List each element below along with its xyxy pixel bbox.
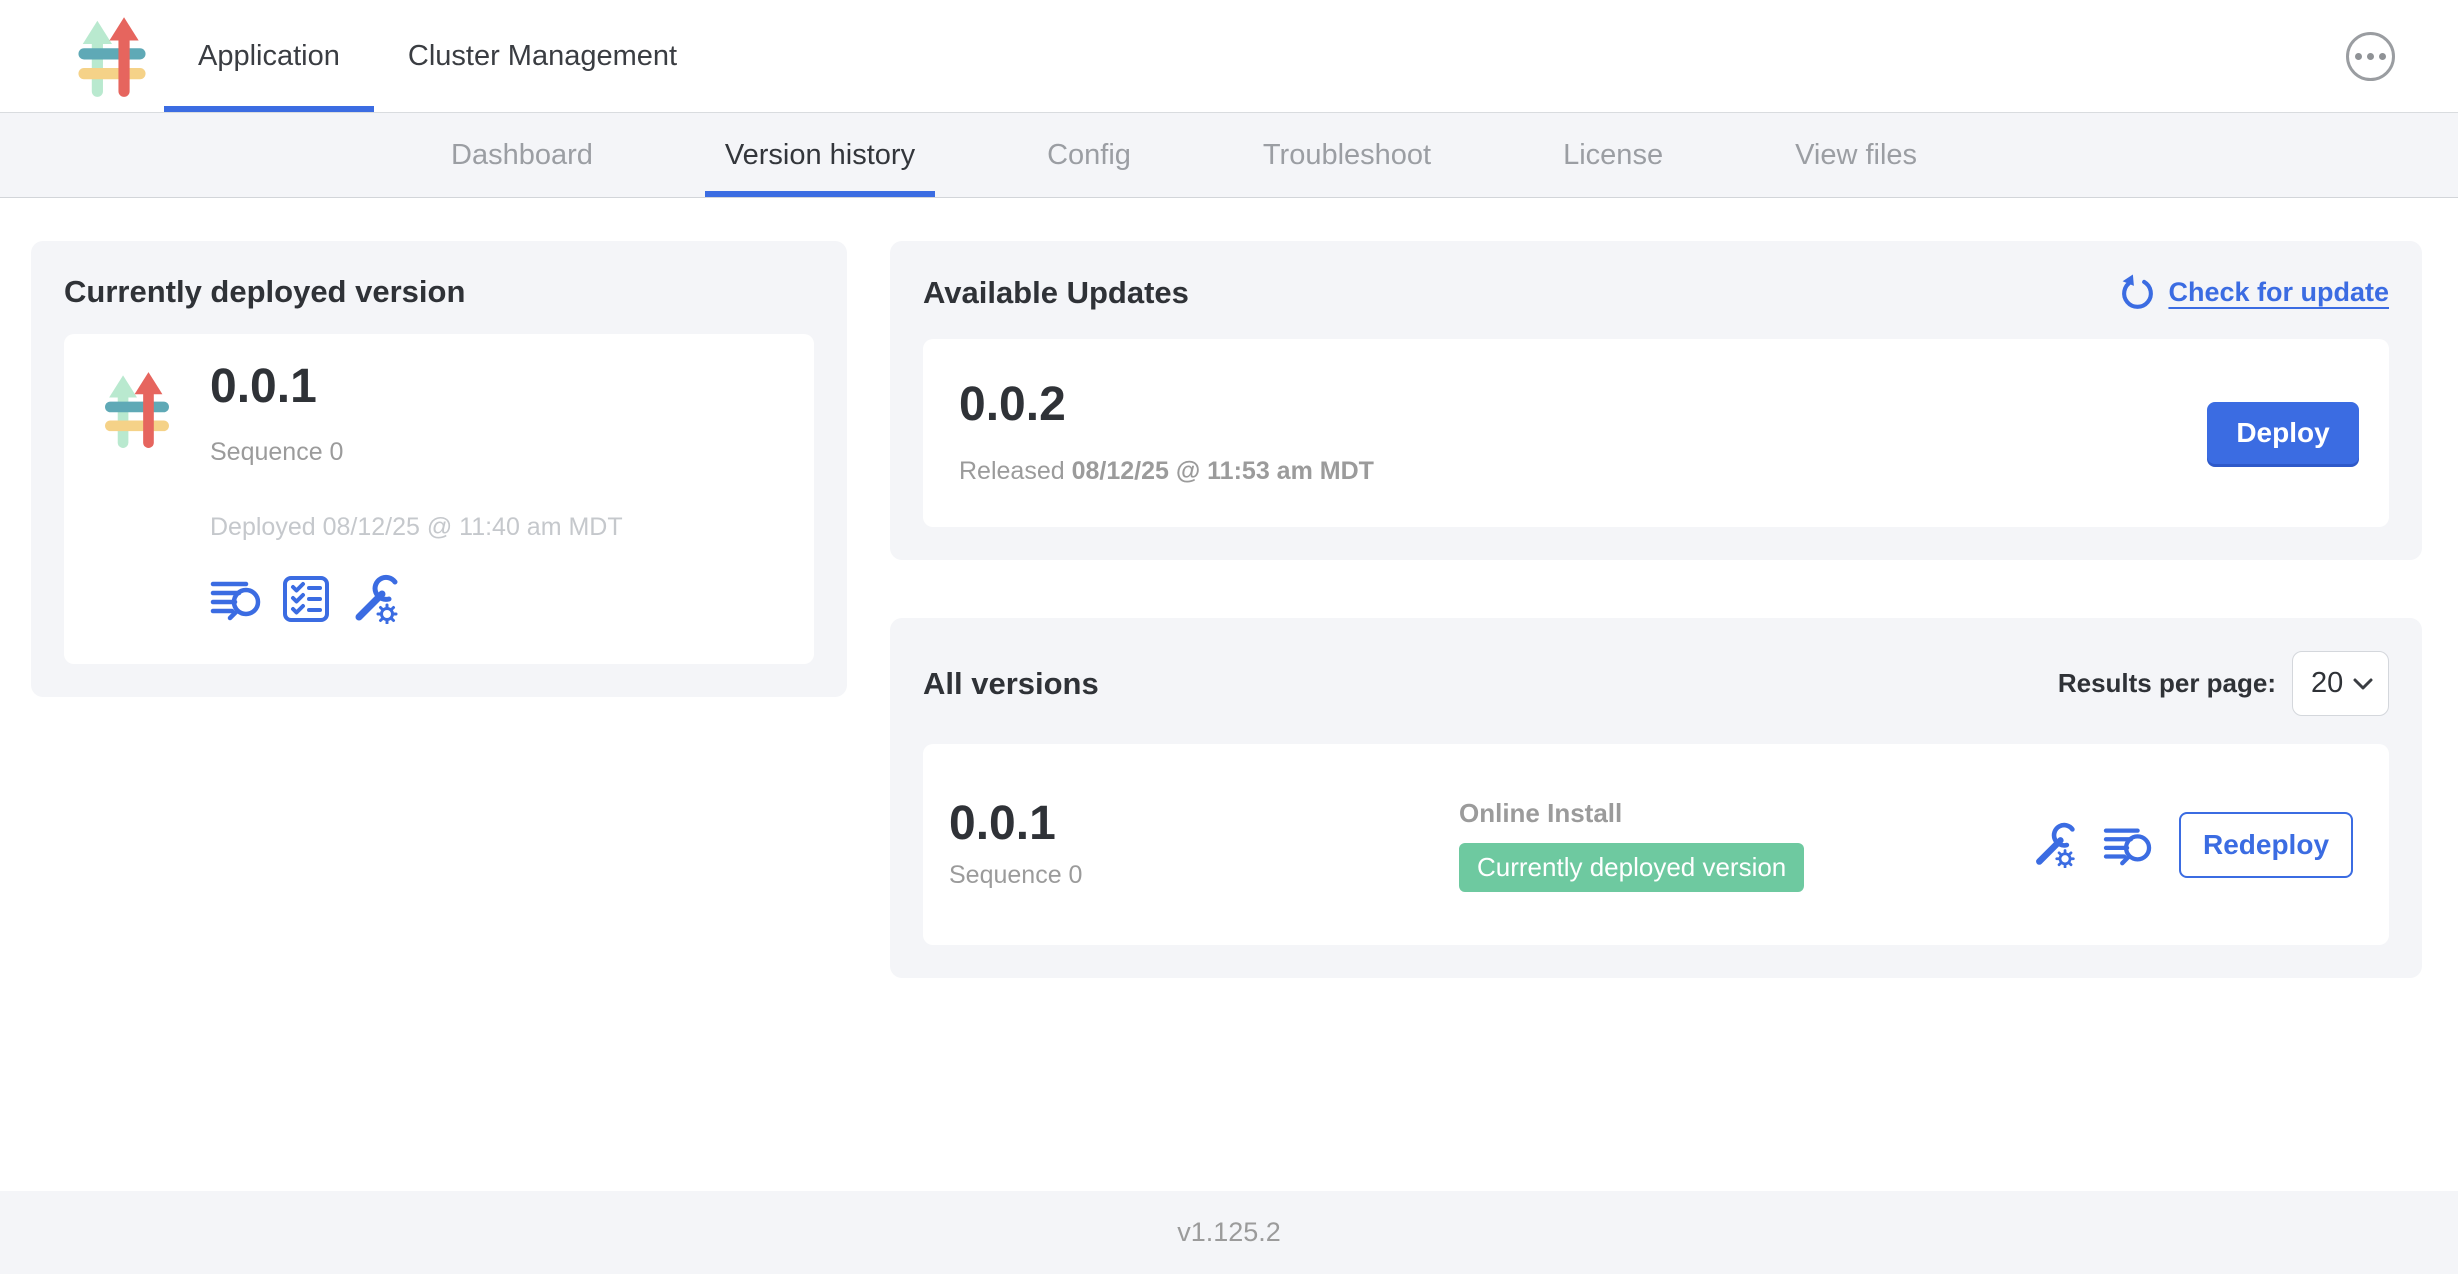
available-updates-title: Available Updates [923,275,1189,311]
version-row-actions: Redeploy [2031,812,2353,878]
subnav-label: View files [1795,139,1917,172]
app-window: Application Cluster Management Dashboard… [0,0,2458,1274]
currently-deployed-title: Currently deployed version [64,274,814,310]
check-for-update-label: Check for update [2168,277,2389,308]
tab-cluster-management[interactable]: Cluster Management [374,0,711,112]
check-for-update-link[interactable]: Check for update [2119,274,2389,311]
subnav-item-view-files[interactable]: View files [1775,113,1937,197]
subnav-item-troubleshoot[interactable]: Troubleshoot [1243,113,1451,197]
results-per-page: Results per page: 20 [2058,651,2389,716]
currently-deployed-card: Currently deployed version 0.0.1 Sequenc… [31,241,847,697]
ellipsis-dot [2367,53,2374,60]
right-column: Available Updates Check for update 0.0.2… [890,241,2422,978]
ellipsis-dot [2355,53,2362,60]
subnav-label: License [1563,139,1663,172]
subnav-label: Dashboard [451,139,593,172]
deployed-timestamp: Deployed 08/12/25 @ 11:40 am MDT [210,513,623,542]
top-nav: Application Cluster Management [0,0,2458,113]
subnav-item-dashboard[interactable]: Dashboard [431,113,613,197]
edit-config-icon[interactable] [2031,822,2077,868]
subnav-item-license[interactable]: License [1543,113,1683,197]
available-update-row: 0.0.2 Released 08/12/25 @ 11:53 am MDT D… [923,339,2389,527]
subnav-item-version-history[interactable]: Version history [705,113,935,197]
released-timestamp: 08/12/25 @ 11:53 am MDT [1072,457,1374,485]
app-logo-icon [96,362,178,636]
deploy-button[interactable]: Deploy [2207,402,2359,464]
update-released-line: Released 08/12/25 @ 11:53 am MDT [959,457,1374,486]
results-per-page-value: 20 [2311,667,2352,700]
ellipsis-dot [2379,53,2386,60]
chevron-down-icon [2352,677,2374,691]
more-menu-button[interactable] [2346,32,2395,81]
row-version-number: 0.0.1 [949,799,1459,849]
deploy-logs-icon[interactable] [2103,823,2153,867]
version-row-details: 0.0.1 Sequence 0 [949,799,1459,890]
subnav-label: Config [1047,139,1131,172]
footer: v1.125.2 [0,1191,2458,1274]
refresh-icon [2119,274,2156,311]
subnav-label: Version history [725,139,915,172]
install-type-label: Online Install [1459,798,1804,829]
tab-application-label: Application [198,40,340,73]
results-per-page-select[interactable]: 20 [2292,651,2389,716]
tab-application[interactable]: Application [164,0,374,112]
deployed-version-details: 0.0.1 Sequence 0 Deployed 08/12/25 @ 11:… [210,362,623,636]
update-details: 0.0.2 Released 08/12/25 @ 11:53 am MDT [959,380,1374,485]
top-tabs: Application Cluster Management [164,0,711,112]
currently-deployed-badge: Currently deployed version [1459,843,1804,892]
app-subnav: Dashboard Version history Config Trouble… [0,113,2458,198]
deployed-version-panel: 0.0.1 Sequence 0 Deployed 08/12/25 @ 11:… [64,334,814,664]
all-versions-card: All versions Results per page: 20 0.0 [890,618,2422,978]
update-version-number: 0.0.2 [959,380,1374,430]
main-content: Currently deployed version 0.0.1 Sequenc… [0,198,2458,1191]
subnav-label: Troubleshoot [1263,139,1431,172]
edit-config-icon[interactable] [350,574,400,624]
all-versions-title: All versions [923,666,1099,702]
released-prefix: Released [959,457,1072,485]
results-per-page-label: Results per page: [2058,668,2276,699]
deploy-logs-icon[interactable] [210,576,262,622]
app-logo-icon [62,0,162,112]
available-updates-card: Available Updates Check for update 0.0.2… [890,241,2422,560]
deployed-version-number: 0.0.1 [210,362,623,412]
topnav-spacer [711,0,2346,112]
console-version: v1.125.2 [1177,1217,1281,1248]
deployed-sequence: Sequence 0 [210,438,623,467]
deployed-actions [210,574,623,624]
version-row: 0.0.1 Sequence 0 Online Install Currentl… [923,744,2389,945]
version-row-status: Online Install Currently deployed versio… [1459,798,1804,892]
preflight-checklist-icon[interactable] [282,575,330,623]
tab-cluster-management-label: Cluster Management [408,40,677,73]
subnav-item-config[interactable]: Config [1027,113,1151,197]
row-sequence: Sequence 0 [949,861,1459,890]
redeploy-button[interactable]: Redeploy [2179,812,2353,878]
